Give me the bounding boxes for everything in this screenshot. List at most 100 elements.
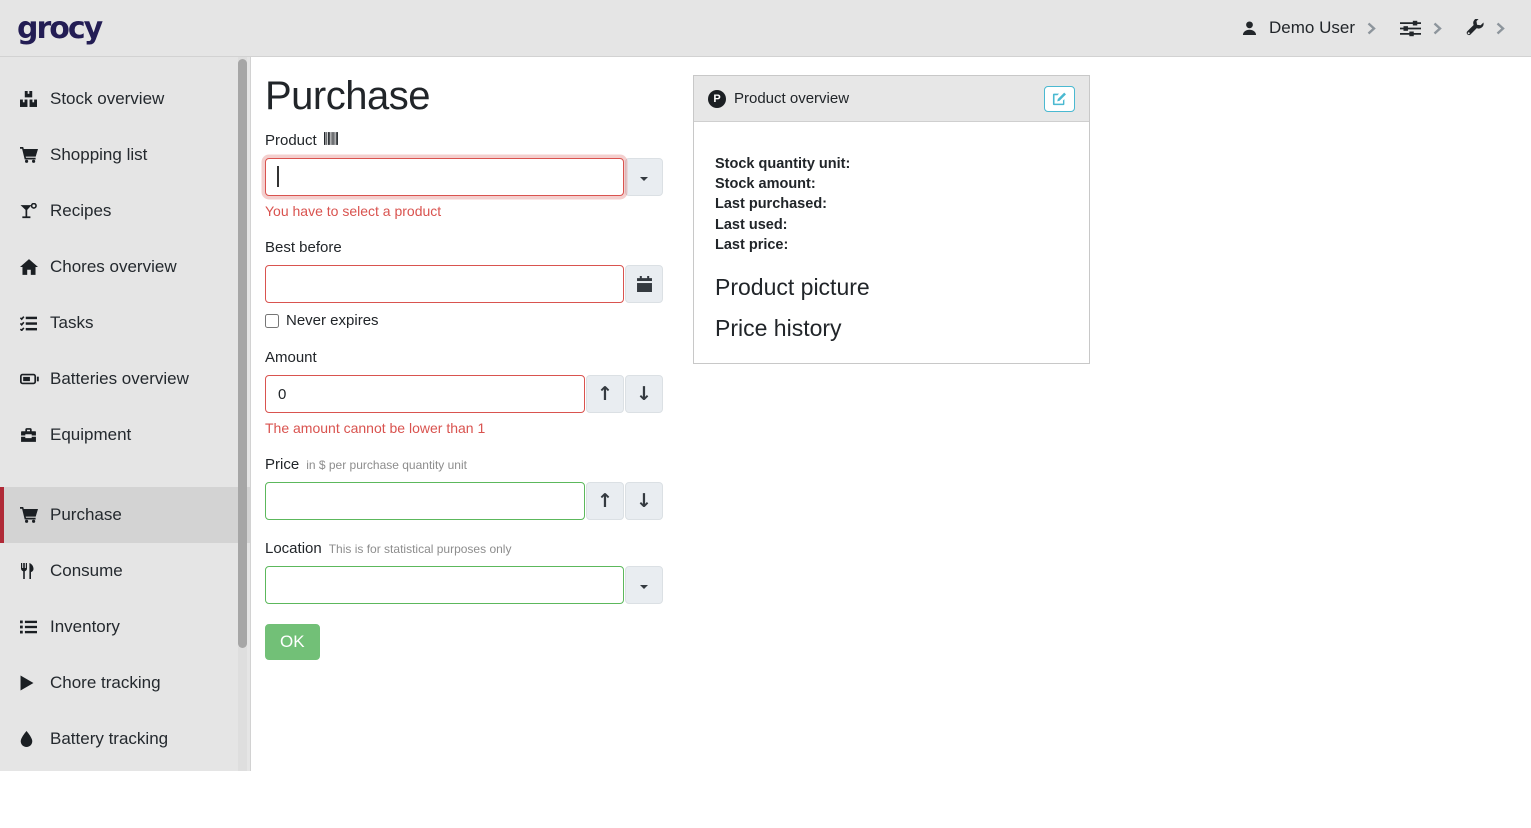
- ok-button[interactable]: OK: [265, 624, 320, 660]
- product-label: Product: [265, 132, 317, 149]
- play-icon: [20, 675, 42, 691]
- edit-icon: [1052, 91, 1067, 106]
- battery-icon: [20, 372, 42, 386]
- sidebar-scrollbar-thumb[interactable]: [238, 59, 247, 648]
- last-used-field: Last used:: [715, 215, 1068, 235]
- price-hint: in $ per purchase quantity unit: [306, 458, 467, 472]
- product-overview-header: P Product overview: [694, 76, 1089, 122]
- last-price-field: Last price:: [715, 235, 1068, 255]
- chevron-right-icon: [1496, 22, 1505, 35]
- sidebar-item-batteries-overview[interactable]: Batteries overview: [0, 351, 250, 407]
- amount-decrement-button[interactable]: ↓: [625, 375, 663, 413]
- text-cursor: [277, 166, 279, 187]
- sidebar-item-equipment[interactable]: Equipment: [0, 407, 250, 463]
- edit-product-button[interactable]: [1044, 86, 1075, 112]
- last-purchased-field: Last purchased:: [715, 194, 1068, 214]
- best-before-input[interactable]: [265, 265, 624, 303]
- arrow-down-icon: ↓: [636, 492, 652, 511]
- shopping-cart-icon: [20, 147, 42, 163]
- barcode-icon: [324, 132, 339, 145]
- price-history-heading: Price history: [715, 315, 1068, 342]
- price-decrement-button[interactable]: ↓: [625, 482, 663, 520]
- amount-group: Amount ↑ ↓ The amount cannot be lower th…: [265, 349, 663, 436]
- location-dropdown-button[interactable]: [625, 566, 663, 604]
- never-expires-label: Never expires: [286, 312, 379, 329]
- purchase-form: Product You have to select a product Bes…: [265, 132, 663, 660]
- product-picture-heading: Product picture: [715, 274, 1068, 301]
- sidebar-item-label: Shopping list: [50, 145, 147, 165]
- top-header: grocy Demo User: [0, 0, 1531, 57]
- location-label: Location: [265, 540, 322, 557]
- home-icon: [20, 259, 42, 275]
- amount-error: The amount cannot be lower than 1: [265, 420, 663, 436]
- sidebar-item-label: Chores overview: [50, 257, 177, 277]
- admin-menu[interactable]: [1466, 19, 1505, 37]
- arrow-up-icon: ↑: [597, 385, 613, 404]
- sidebar-item-label: Recipes: [50, 201, 111, 221]
- user-icon: [1242, 20, 1257, 36]
- sidebar-item-consume[interactable]: Consume: [0, 543, 250, 599]
- caret-down-icon: [640, 585, 648, 593]
- location-group: Location This is for statistical purpose…: [265, 540, 663, 604]
- arrow-down-icon: ↓: [636, 385, 652, 404]
- sidebar-item-label: Stock overview: [50, 89, 164, 109]
- sidebar-item-label: Inventory: [50, 617, 120, 637]
- calendar-icon: [637, 276, 652, 292]
- never-expires-checkbox[interactable]: [265, 314, 279, 328]
- arrow-up-icon: ↑: [597, 492, 613, 511]
- caret-down-icon: [640, 177, 648, 185]
- sidebar-item-label: Battery tracking: [50, 729, 168, 749]
- chevron-right-icon: [1433, 22, 1442, 35]
- cocktail-icon: [20, 203, 42, 219]
- tasks-icon: [20, 316, 42, 331]
- never-expires-row: Never expires: [265, 312, 663, 329]
- boxes-icon: [20, 91, 42, 107]
- location-input[interactable]: [265, 566, 624, 604]
- price-increment-button[interactable]: ↑: [586, 482, 624, 520]
- product-input[interactable]: [265, 158, 624, 196]
- sidebar-item-inventory[interactable]: Inventory: [0, 599, 250, 655]
- price-input[interactable]: [265, 482, 585, 520]
- best-before-group: Best before Never expires: [265, 239, 663, 329]
- sidebar-nav: Stock overview Shopping list Recipes Cho…: [0, 57, 251, 771]
- sidebar-item-label: Equipment: [50, 425, 131, 445]
- list-icon: [20, 620, 42, 634]
- shopping-cart-icon: [20, 507, 42, 523]
- settings-menu[interactable]: [1400, 20, 1442, 37]
- location-hint: This is for statistical purposes only: [329, 542, 512, 556]
- stock-amount-field: Stock amount:: [715, 174, 1068, 194]
- sidebar-item-label: Chore tracking: [50, 673, 161, 693]
- stock-quantity-unit-field: Stock quantity unit:: [715, 154, 1068, 174]
- amount-label: Amount: [265, 349, 317, 366]
- sidebar-item-tasks[interactable]: Tasks: [0, 295, 250, 351]
- sidebar-item-label: Purchase: [50, 505, 122, 525]
- product-overview-body: Stock quantity unit: Stock amount: Last …: [694, 122, 1089, 363]
- amount-increment-button[interactable]: ↑: [586, 375, 624, 413]
- sidebar-item-shopping-list[interactable]: Shopping list: [0, 127, 250, 183]
- sidebar-item-label: Batteries overview: [50, 369, 189, 389]
- sidebar-item-recipes[interactable]: Recipes: [0, 183, 250, 239]
- sidebar-item-purchase[interactable]: Purchase: [0, 487, 250, 543]
- chevron-right-icon: [1367, 22, 1376, 35]
- user-menu[interactable]: Demo User: [1242, 18, 1376, 38]
- calendar-button[interactable]: [625, 265, 663, 303]
- sidebar-item-battery-tracking[interactable]: Battery tracking: [0, 711, 250, 767]
- sidebar-item-stock-overview[interactable]: Stock overview: [0, 71, 250, 127]
- amount-input[interactable]: [265, 375, 585, 413]
- price-label: Price: [265, 456, 299, 473]
- product-group: Product You have to select a product: [265, 132, 663, 219]
- product-circle-icon: P: [708, 90, 726, 108]
- product-dropdown-button[interactable]: [625, 158, 663, 196]
- tint-icon: [20, 731, 42, 747]
- sidebar-item-label: Tasks: [50, 313, 93, 333]
- header-actions: Demo User: [1242, 18, 1505, 38]
- best-before-label: Best before: [265, 239, 342, 256]
- sidebar-item-chore-tracking[interactable]: Chore tracking: [0, 655, 250, 711]
- sidebar-item-label: Consume: [50, 561, 123, 581]
- sidebar-item-chores-overview[interactable]: Chores overview: [0, 239, 250, 295]
- product-overview-card: P Product overview Stock quantity unit: …: [693, 75, 1090, 364]
- grocy-logo[interactable]: grocy: [17, 11, 101, 46]
- main-content: Purchase Product You have to select a pr…: [252, 57, 1531, 771]
- utensils-icon: [20, 563, 42, 579]
- toolbox-icon: [20, 427, 42, 443]
